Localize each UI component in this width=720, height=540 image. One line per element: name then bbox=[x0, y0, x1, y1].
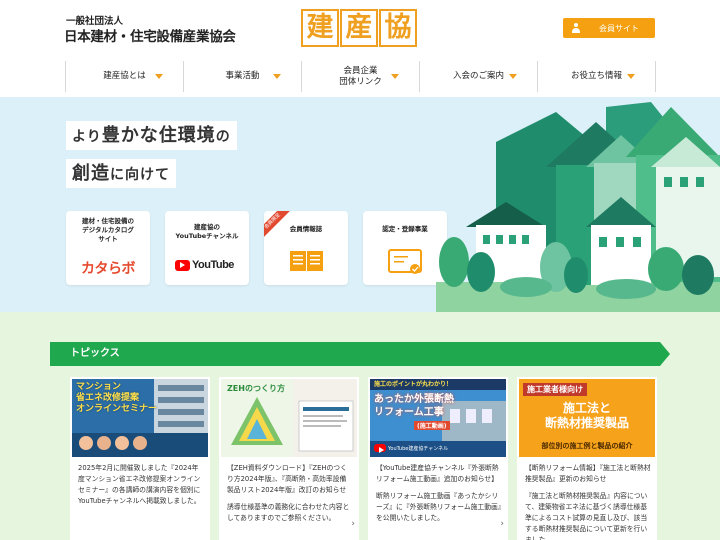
nav-item-activities[interactable]: 事業活動 bbox=[184, 61, 302, 92]
org-name[interactable]: 日本建材・住宅設備産業協会 bbox=[64, 25, 236, 45]
member-site-button[interactable]: 会員サイト bbox=[563, 18, 655, 38]
member-site-label: 会員サイト bbox=[599, 23, 639, 33]
magazine-icon bbox=[290, 251, 323, 271]
thumb-title: あったか外張断熱 リフォーム工事 bbox=[374, 394, 454, 418]
thumb-title: 施工法と 断熱材推奨製品 bbox=[544, 401, 629, 430]
hero-cards: 建材・住宅設備の デジタルカタログ サイト カタらボ 建産協の YouTubeチ… bbox=[66, 211, 462, 285]
topic-paragraph: 断熱リフォーム施工動画『あったかシリーズ』に『外張断熱リフォーム施工動画』を公開… bbox=[376, 492, 502, 522]
thumb-banner: 施工のポイントが丸わかり！ bbox=[374, 381, 453, 388]
youtube-card[interactable]: 建産協の YouTubeチャンネル YouTube bbox=[165, 211, 249, 285]
chevron-down-icon bbox=[273, 74, 281, 79]
certification-card[interactable]: 認定・登録事業 bbox=[363, 211, 447, 285]
nav-item-label: 会員企業 団体リンク bbox=[339, 65, 382, 87]
thumb-subtitle: 部位別の施工例と製品の紹介 bbox=[541, 442, 633, 450]
logo-char: 産 bbox=[340, 9, 378, 47]
topic-card[interactable]: 施工のポイントが丸わかり！ あったか外張断熱 リフォーム工事 (施工動画) Yo… bbox=[368, 377, 508, 540]
thumb-banner: 施工業者様向け bbox=[523, 383, 587, 396]
certificate-icon bbox=[388, 249, 422, 274]
chevron-right-icon: › bbox=[500, 519, 504, 529]
chevron-down-icon bbox=[627, 74, 635, 79]
topic-paragraph: 【YouTube建産協チャンネル『外張断熱リフォーム施工動画』追加のお知らせ】 bbox=[376, 464, 499, 483]
youtube-wordmark: YouTube bbox=[192, 259, 234, 271]
thumb-title: マンション 省エネ改修提案 オンラインセミナー bbox=[76, 382, 158, 414]
thumb-title: ZEHのつくり方 bbox=[227, 384, 285, 393]
nav-item-label: 事業活動 bbox=[225, 71, 260, 81]
thumb-subtitle: (施工動画) bbox=[414, 421, 450, 430]
topic-text: 【YouTube建産協チャンネル『外張断熱リフォーム施工動画』追加のお知らせ】 … bbox=[376, 463, 502, 530]
topic-text: 2025年2月に開催致しました『2024年度マンション省エネ改修提案オンラインセ… bbox=[78, 463, 204, 513]
nav-item-member-links[interactable]: 会員企業 団体リンク bbox=[302, 61, 420, 92]
katarabo-logo: カタらボ bbox=[81, 261, 136, 277]
topic-paragraph: 【断熱リフォーム情報】『施工法と断熱材推奨製品』更新のお知らせ bbox=[525, 464, 651, 483]
topic-thumbnail: 施工業者様向け 施工法と 断熱材推奨製品 部位別の施工例と製品の紹介 bbox=[519, 379, 655, 457]
youtube-logo: YouTube bbox=[175, 259, 234, 271]
topics-heading: トピックス bbox=[70, 348, 120, 359]
topic-paragraph: 2025年2月に開催致しました『2024年度マンション省エネ改修提案オンラインセ… bbox=[78, 464, 201, 505]
nav-item-about[interactable]: 建産協とは bbox=[66, 61, 184, 92]
topic-thumbnail: 施工のポイントが丸わかり！ あったか外張断熱 リフォーム工事 (施工動画) Yo… bbox=[370, 379, 506, 457]
topic-card[interactable]: ZEHのつくり方 【ZEH資料ダウンロード】『ZEHのつくり方2024年版』、『… bbox=[219, 377, 359, 540]
topic-thumbnail: マンション 省エネ改修提案 オンラインセミナー bbox=[72, 379, 208, 457]
hero-catch-line1: より豊かな住環境の bbox=[66, 121, 237, 150]
topic-paragraph: 【ZEH資料ダウンロード】『ZEHのつくり方2024年版』、『高断熱・高効率設備… bbox=[227, 464, 347, 494]
youtube-icon bbox=[175, 259, 190, 271]
nav-item-useful-info[interactable]: お役立ち情報 bbox=[538, 61, 656, 92]
nav-item-label: お役立ち情報 bbox=[570, 71, 622, 81]
hero-catch-line2: 創造に向けて bbox=[66, 159, 176, 188]
card-title: 建材・住宅設備の デジタルカタログ サイト bbox=[82, 217, 134, 243]
chevron-right-icon: › bbox=[351, 519, 355, 529]
youtube-icon bbox=[374, 444, 386, 453]
topics-heading-bar: トピックス bbox=[58, 342, 670, 366]
member-magazine-card[interactable]: 会員限定 会員情報誌 bbox=[264, 211, 348, 285]
topic-thumbnail: ZEHのつくり方 bbox=[221, 379, 357, 457]
topic-paragraph: 『施工法と断熱材推奨製品』内容について、建築物省エネ法に基づく誘導仕様基準による… bbox=[525, 492, 648, 540]
person-icon bbox=[563, 23, 589, 33]
topics-cards: マンション 省エネ改修提案 オンラインセミナー 2025年2月に開催致しました『… bbox=[70, 377, 666, 540]
chevron-down-icon bbox=[509, 74, 517, 79]
card-title: 建産協の YouTubeチャンネル bbox=[175, 223, 239, 240]
nav-item-join[interactable]: 入会のご案内 bbox=[420, 61, 538, 92]
topic-card[interactable]: マンション 省エネ改修提案 オンラインセミナー 2025年2月に開催致しました『… bbox=[70, 377, 210, 540]
logo-char: 協 bbox=[379, 9, 417, 47]
logo-char: 建 bbox=[301, 9, 339, 47]
hero-section: より豊かな住環境の 創造に向けて 建材・住宅設備の デジタルカタログ サイト カ… bbox=[0, 97, 720, 312]
nav-item-label: 入会のご案内 bbox=[452, 71, 504, 81]
site-logo[interactable]: 建 産 協 bbox=[301, 9, 418, 47]
topic-text: 【断熱リフォーム情報】『施工法と断熱材推奨製品』更新のお知らせ 『施工法と断熱材… bbox=[525, 463, 651, 540]
chevron-down-icon bbox=[391, 74, 399, 79]
topic-card[interactable]: 施工業者様向け 施工法と 断熱材推奨製品 部位別の施工例と製品の紹介 【断熱リフ… bbox=[517, 377, 657, 540]
nav-item-label: 建産協とは bbox=[103, 71, 146, 81]
topic-text: 【ZEH資料ダウンロード】『ZEHのつくり方2024年版』、『高断熱・高効率設備… bbox=[227, 463, 353, 530]
chevron-down-icon bbox=[155, 74, 163, 79]
site-header: 一般社団法人 日本建材・住宅設備産業協会 建 産 協 会員サイト bbox=[0, 0, 720, 60]
page: 一般社団法人 日本建材・住宅設備産業協会 建 産 協 会員サイト 建産協とは 事… bbox=[0, 0, 720, 540]
thumb-caption: YouTube建産協チャンネル bbox=[374, 444, 448, 453]
global-nav: 建産協とは 事業活動 会員企業 団体リンク 入会のご案内 お役立ち情報 bbox=[65, 61, 656, 92]
catalog-card[interactable]: 建材・住宅設備の デジタルカタログ サイト カタらボ bbox=[66, 211, 150, 285]
topic-paragraph: 誘導仕様基準の義務化に合わせた内容としてありますのでご参照ください。 bbox=[227, 503, 350, 522]
town-illustration bbox=[436, 102, 720, 312]
